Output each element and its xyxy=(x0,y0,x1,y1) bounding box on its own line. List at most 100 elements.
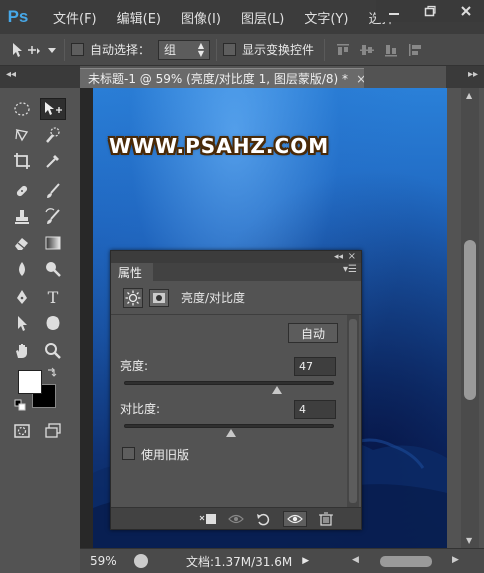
menu-image[interactable]: 图像(I) xyxy=(172,8,232,27)
horizontal-scroll-thumb[interactable] xyxy=(380,556,432,567)
brightness-slider-thumb[interactable] xyxy=(271,386,282,394)
brightness-label: 亮度: xyxy=(120,359,149,373)
use-legacy-label: 使用旧版 xyxy=(141,448,190,462)
eraser-tool-icon[interactable] xyxy=(9,232,35,254)
gradient-tool-icon[interactable] xyxy=(40,232,66,254)
panel-collapse-icon[interactable]: ◂◂ xyxy=(334,251,343,263)
move-tool-preset-icon[interactable] xyxy=(10,41,48,59)
brush-tool-icon[interactable] xyxy=(40,180,66,202)
tool-preset-arrow-icon[interactable] xyxy=(48,43,58,57)
menu-type[interactable]: 文字(Y) xyxy=(295,8,359,27)
tab-properties[interactable]: 属性 xyxy=(111,263,153,281)
status-bar: 59% 文档:1.37M/31.6M ▶ ◀ ▶ xyxy=(80,548,484,573)
reset-adjustment-icon[interactable] xyxy=(255,511,273,527)
panel-close-icon[interactable]: × xyxy=(348,251,356,263)
status-menu-arrow-icon[interactable]: ▶ xyxy=(302,556,309,566)
panel-scrollbar[interactable] xyxy=(347,315,359,507)
hand-tool-icon[interactable] xyxy=(9,340,35,362)
menu-edit[interactable]: 编辑(E) xyxy=(108,8,172,27)
options-divider xyxy=(216,38,218,61)
adjustment-title: 亮度/对比度 xyxy=(181,291,246,305)
panel-scroll-thumb[interactable] xyxy=(349,319,357,503)
svg-text:T: T xyxy=(48,288,59,306)
crop-tool-icon[interactable] xyxy=(9,150,35,172)
pen-tool-icon[interactable] xyxy=(9,286,35,308)
document-size-info: 文档:1.37M/31.6M xyxy=(186,554,293,569)
window-controls xyxy=(376,0,484,22)
menu-layer[interactable]: 图层(L) xyxy=(232,8,295,27)
expand-panel-icon[interactable]: ▸▸ xyxy=(468,69,478,80)
history-brush-tool-icon[interactable] xyxy=(40,206,66,228)
panel-menu-icon[interactable]: ▾☰ xyxy=(343,264,357,275)
options-bar: 自动选择： 组 ▲ ▼ 显示变换控件 xyxy=(0,34,484,66)
brightness-slider[interactable] xyxy=(124,381,334,394)
minimize-icon[interactable] xyxy=(376,0,412,22)
panel-tab-row: 属性 ▾☰ xyxy=(111,263,361,281)
zoom-level[interactable]: 59% xyxy=(90,554,124,568)
move-tool-icon[interactable] xyxy=(40,98,66,120)
marquee-tool-icon[interactable] xyxy=(9,98,35,120)
panel-footer xyxy=(111,507,361,529)
close-icon[interactable] xyxy=(448,0,484,22)
zoom-tool-icon[interactable] xyxy=(40,340,66,362)
photoshop-logo: Ps xyxy=(7,7,29,26)
lasso-tool-icon[interactable] xyxy=(9,124,35,146)
path-selection-tool-icon[interactable] xyxy=(9,312,35,334)
brightness-contrast-icon xyxy=(123,287,143,308)
collapse-panel-icon[interactable]: ◂◂ xyxy=(6,69,16,80)
scroll-down-icon[interactable]: ▼ xyxy=(466,536,472,545)
options-divider xyxy=(64,38,65,61)
screen-mode-icon[interactable] xyxy=(40,420,66,442)
dodge-tool-icon[interactable] xyxy=(40,258,66,280)
document-tab-title: 未标题-1 @ 59% (亮度/对比度 1, 图层蒙版/8) * xyxy=(88,72,349,86)
use-legacy-checkbox[interactable] xyxy=(122,447,135,460)
foreground-color-swatch[interactable] xyxy=(18,370,42,394)
vertical-scroll-thumb[interactable] xyxy=(464,240,476,400)
quick-selection-tool-icon[interactable] xyxy=(40,124,66,146)
scroll-left-icon[interactable]: ◀ xyxy=(352,555,359,565)
healing-brush-tool-icon[interactable] xyxy=(9,180,35,202)
contrast-label: 对比度: xyxy=(120,402,161,416)
show-transform-checkbox[interactable] xyxy=(223,43,237,56)
document-tab[interactable]: 未标题-1 @ 59% (亮度/对比度 1, 图层蒙版/8) * × xyxy=(80,68,364,88)
scroll-up-icon[interactable]: ▲ xyxy=(466,91,472,100)
brightness-input[interactable]: 47 xyxy=(294,357,336,376)
show-transform-label: 显示变换控件 xyxy=(242,43,315,57)
delete-layer-icon[interactable] xyxy=(317,511,335,527)
eyedropper-tool-icon[interactable] xyxy=(40,150,66,172)
custom-shape-tool-icon[interactable] xyxy=(40,312,66,334)
quick-mask-icon[interactable] xyxy=(9,420,35,442)
menu-bar: Ps 文件(F) 编辑(E) 图像(I) 图层(L) 文字(Y) 选择 xyxy=(0,0,484,34)
layer-mask-icon[interactable] xyxy=(149,288,169,307)
contrast-slider[interactable] xyxy=(124,424,334,437)
align-vcenter-icon[interactable] xyxy=(355,42,379,58)
type-tool-icon[interactable]: T xyxy=(40,286,66,308)
properties-panel: ◂◂ × 属性 ▾☰ 亮度/对比度 自动 亮度: 47 对比度: 4 使用旧版 xyxy=(110,250,362,530)
close-document-icon[interactable]: × xyxy=(356,72,364,86)
align-bottom-icon[interactable] xyxy=(379,42,403,58)
view-previous-state-icon[interactable] xyxy=(227,511,245,527)
clip-to-layer-icon[interactable] xyxy=(199,511,217,527)
scroll-right-icon[interactable]: ▶ xyxy=(452,555,459,565)
status-info-icon[interactable] xyxy=(134,554,148,568)
dropdown-arrows-icon: ▲ ▼ xyxy=(197,40,205,58)
auto-select-checkbox[interactable] xyxy=(71,43,84,56)
toggle-visibility-icon[interactable] xyxy=(283,511,307,527)
vertical-scrollbar[interactable]: ▲ ▼ xyxy=(461,88,479,548)
clone-stamp-tool-icon[interactable] xyxy=(9,206,35,228)
auto-select-dropdown[interactable]: 组 ▲ ▼ xyxy=(158,39,211,60)
blur-tool-icon[interactable] xyxy=(9,258,35,280)
align-left-icon[interactable] xyxy=(403,42,427,58)
swap-colors-icon[interactable] xyxy=(44,366,60,380)
contrast-input[interactable]: 4 xyxy=(294,400,336,419)
default-colors-icon[interactable] xyxy=(12,398,28,412)
auto-select-label: 自动选择： xyxy=(90,43,151,57)
menu-file[interactable]: 文件(F) xyxy=(44,8,108,27)
right-dock-header: ▸▸ xyxy=(446,66,484,88)
align-top-icon[interactable] xyxy=(331,42,355,58)
auto-button[interactable]: 自动 xyxy=(288,323,338,343)
panel-titlebar[interactable]: ◂◂ × xyxy=(111,251,361,263)
restore-icon[interactable] xyxy=(412,0,448,22)
contrast-slider-thumb[interactable] xyxy=(226,429,237,437)
adjustment-controls: 自动 亮度: 47 对比度: 4 使用旧版 xyxy=(111,315,361,505)
